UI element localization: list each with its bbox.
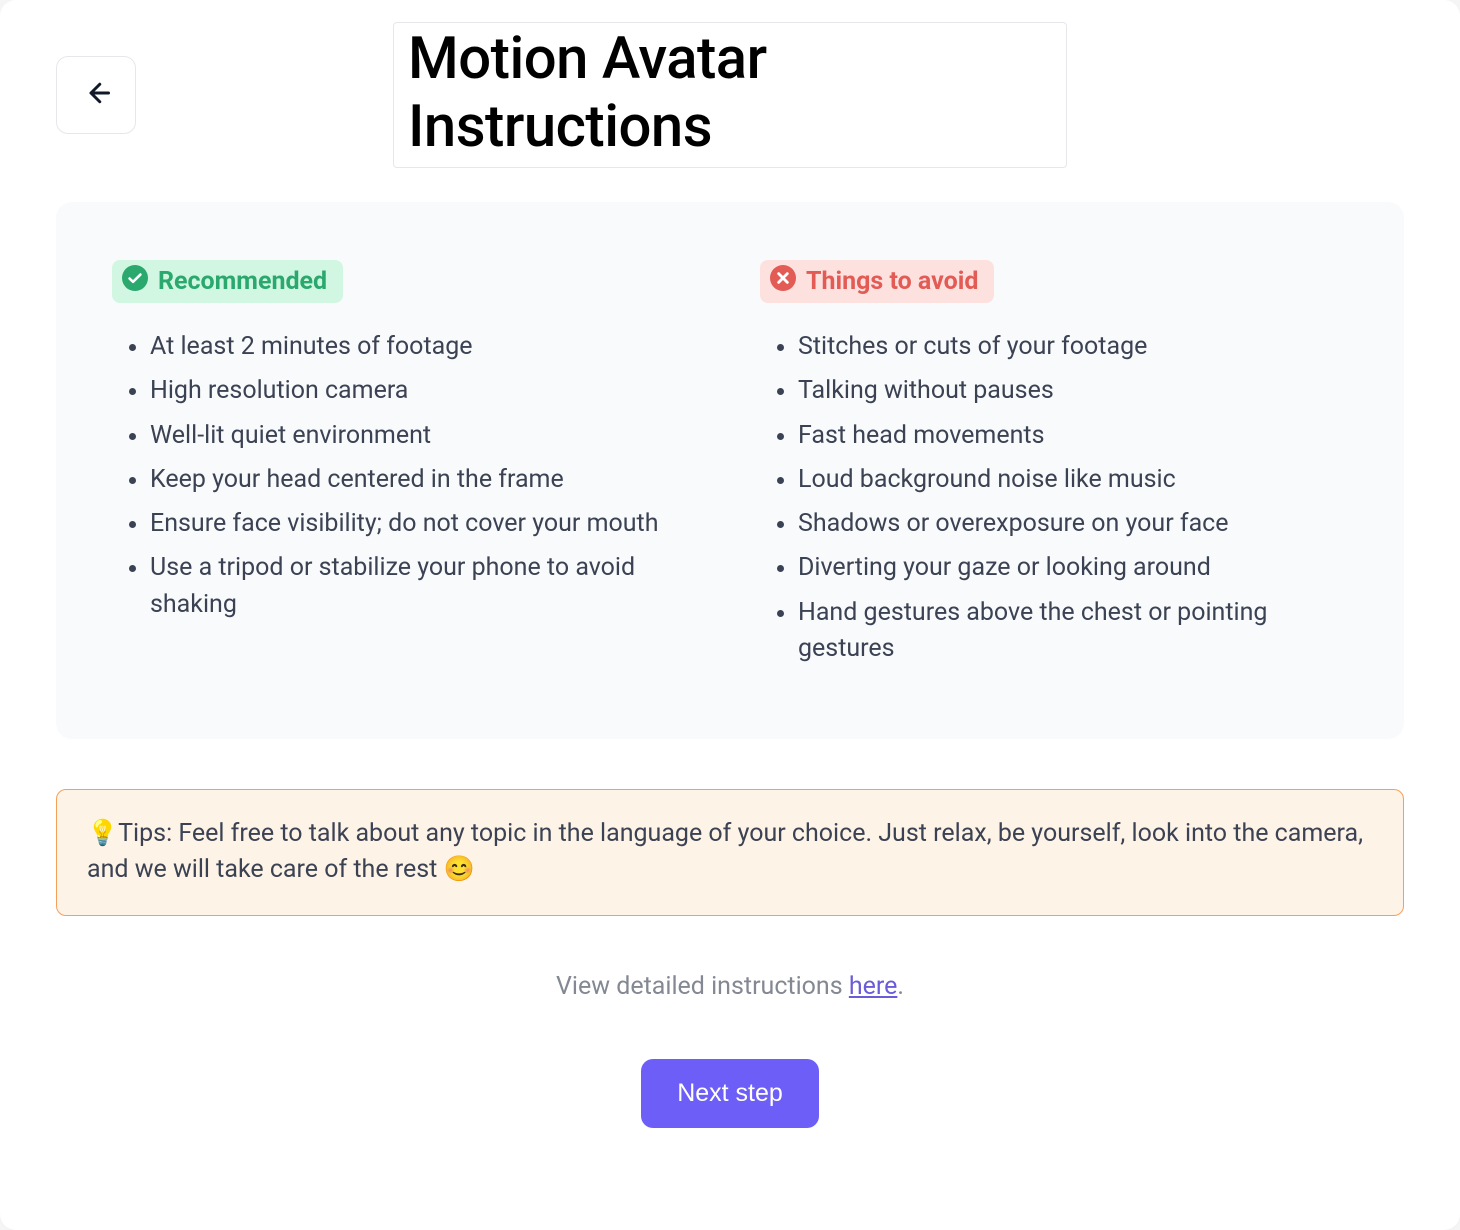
list-item: Stitches or cuts of your footage bbox=[798, 329, 1348, 365]
avoid-list: Stitches or cuts of your footage Talking… bbox=[760, 329, 1348, 667]
recommended-column: Recommended At least 2 minutes of footag… bbox=[112, 260, 700, 675]
back-button[interactable] bbox=[56, 56, 136, 134]
list-item: Ensure face visibility; do not cover you… bbox=[150, 506, 700, 542]
list-item: Talking without pauses bbox=[798, 373, 1348, 409]
list-item: Fast head movements bbox=[798, 418, 1348, 454]
instructions-card: Motion Avatar Instructions Recommended A… bbox=[0, 0, 1460, 1230]
recommended-list: At least 2 minutes of footage High resol… bbox=[112, 329, 700, 623]
list-item: Shadows or overexposure on your face bbox=[798, 506, 1348, 542]
list-item: Loud background noise like music bbox=[798, 462, 1348, 498]
page-title: Motion Avatar Instructions bbox=[393, 22, 1067, 168]
list-item: Diverting your gaze or looking around bbox=[798, 550, 1348, 586]
next-step-button[interactable]: Next step bbox=[641, 1059, 819, 1128]
detailed-link[interactable]: here bbox=[849, 972, 898, 1001]
list-item: Hand gestures above the chest or pointin… bbox=[798, 595, 1348, 668]
avoid-column: Things to avoid Stitches or cuts of your… bbox=[760, 260, 1348, 675]
tips-text: 💡Tips: Feel free to talk about any topic… bbox=[87, 819, 1363, 884]
detailed-suffix: . bbox=[897, 972, 904, 1001]
tips-callout: 💡Tips: Feel free to talk about any topic… bbox=[56, 789, 1404, 916]
check-circle-icon bbox=[122, 265, 148, 298]
list-item: At least 2 minutes of footage bbox=[150, 329, 700, 365]
list-item: Use a tripod or stabilize your phone to … bbox=[150, 550, 700, 623]
list-item: Well-lit quiet environment bbox=[150, 418, 700, 454]
guidelines-panel: Recommended At least 2 minutes of footag… bbox=[56, 202, 1404, 739]
detailed-prefix: View detailed instructions bbox=[556, 972, 849, 1001]
list-item: Keep your head centered in the frame bbox=[150, 462, 700, 498]
avoid-badge: Things to avoid bbox=[760, 260, 994, 303]
x-circle-icon bbox=[770, 265, 796, 298]
detailed-instructions-row: View detailed instructions here. bbox=[56, 972, 1404, 1001]
list-item: High resolution camera bbox=[150, 373, 700, 409]
arrow-left-icon bbox=[81, 78, 111, 112]
recommended-label: Recommended bbox=[158, 267, 327, 296]
recommended-badge: Recommended bbox=[112, 260, 343, 303]
next-button-row: Next step bbox=[56, 1059, 1404, 1128]
avoid-label: Things to avoid bbox=[806, 267, 978, 296]
header-row: Motion Avatar Instructions bbox=[56, 56, 1404, 134]
